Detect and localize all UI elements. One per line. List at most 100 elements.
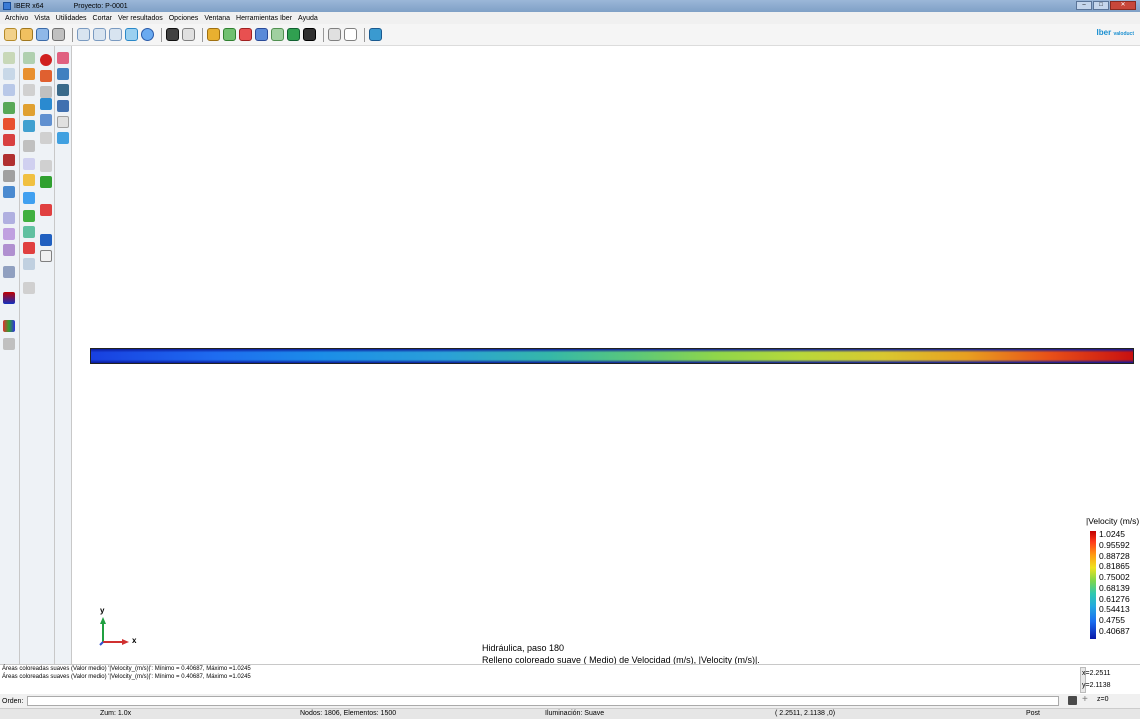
stream-tool-icon[interactable] bbox=[23, 192, 35, 204]
calculate-icon[interactable] bbox=[287, 28, 300, 41]
render-icon[interactable] bbox=[166, 28, 179, 41]
menu-cortar[interactable]: Cortar bbox=[90, 15, 115, 22]
info-tool-icon[interactable] bbox=[40, 234, 52, 246]
result-info: Hidráulica, paso 180 Relleno coloreado s… bbox=[482, 642, 760, 666]
command-input[interactable] bbox=[27, 696, 1060, 706]
menu-ayuda[interactable]: Ayuda bbox=[295, 15, 321, 22]
integrate-tool-icon[interactable] bbox=[40, 176, 52, 188]
status-zoom: Zum: 1.0x bbox=[100, 710, 132, 717]
xy-plot-icon[interactable] bbox=[40, 160, 52, 172]
zoom-icon[interactable] bbox=[109, 28, 122, 41]
velocity-field-domain[interactable] bbox=[90, 348, 1134, 364]
menu-opciones[interactable]: Opciones bbox=[166, 15, 202, 22]
maximize-button[interactable]: □ bbox=[1093, 1, 1109, 10]
graphics-viewport[interactable]: y x Hidráulica, paso 180 Relleno colorea… bbox=[72, 46, 1140, 666]
graph-tool-icon[interactable] bbox=[3, 244, 15, 256]
legend-value: 0.68139 bbox=[1099, 582, 1130, 593]
iber-logo: Iber valoduct bbox=[1096, 28, 1134, 37]
arrow-tool-icon[interactable] bbox=[3, 134, 15, 146]
scale-tool-icon[interactable] bbox=[40, 132, 52, 144]
save-icon[interactable] bbox=[36, 28, 49, 41]
menu-utilidades[interactable]: Utilidades bbox=[53, 15, 90, 22]
disk-tool-icon[interactable] bbox=[3, 338, 15, 350]
result-step-label: Hidráulica, paso 180 bbox=[482, 643, 565, 653]
image-tool-icon[interactable] bbox=[3, 186, 15, 198]
point-tool-icon[interactable] bbox=[23, 52, 35, 64]
data-icon[interactable] bbox=[271, 28, 284, 41]
cut-tool-icon[interactable] bbox=[23, 140, 35, 152]
coord-z: z=0 bbox=[1097, 696, 1109, 703]
layers-icon[interactable] bbox=[182, 28, 195, 41]
toolbar-separator bbox=[202, 27, 203, 42]
contour-tool-icon[interactable] bbox=[23, 210, 35, 222]
measure-tool-icon[interactable] bbox=[40, 204, 52, 216]
export-tool-icon[interactable] bbox=[23, 282, 35, 294]
geometry-tool-icon[interactable] bbox=[3, 52, 15, 64]
distance-tool-icon[interactable] bbox=[40, 250, 52, 262]
project-name: Proyecto: P-0001 bbox=[73, 2, 128, 10]
plot-tool-icon[interactable] bbox=[3, 266, 15, 278]
menu-vista[interactable]: Vista bbox=[31, 15, 52, 22]
volume-tool-icon[interactable] bbox=[3, 154, 15, 166]
select-tool-icon[interactable] bbox=[3, 170, 15, 182]
conditions-icon[interactable] bbox=[239, 28, 252, 41]
materials-icon[interactable] bbox=[255, 28, 268, 41]
section-tool-icon[interactable] bbox=[23, 258, 35, 270]
toolbar-separator bbox=[72, 27, 73, 42]
vector-tool-icon[interactable] bbox=[23, 226, 35, 238]
exit-icon[interactable] bbox=[369, 28, 382, 41]
paint-tool-icon[interactable] bbox=[23, 68, 35, 80]
help-icon[interactable] bbox=[344, 28, 357, 41]
menu-ver-resultados[interactable]: Ver resultados bbox=[115, 15, 166, 22]
line-width-icon[interactable] bbox=[40, 86, 52, 98]
profile-icon[interactable] bbox=[57, 116, 69, 128]
status-bar: Zum: 1.0x Nodos: 1806, Elementos: 1500 I… bbox=[0, 708, 1140, 719]
probe-tool-icon[interactable] bbox=[23, 242, 35, 254]
record-icon[interactable] bbox=[40, 54, 52, 66]
sphere-icon[interactable] bbox=[141, 28, 154, 41]
rotate-icon[interactable] bbox=[77, 28, 90, 41]
postprocess-icon[interactable] bbox=[303, 28, 316, 41]
new-file-icon[interactable] bbox=[4, 28, 17, 41]
message-log[interactable]: Áreas coloreadas suaves (Valor medio) '|… bbox=[0, 664, 1140, 694]
menu-herramientas-iber[interactable]: Herramientas Iber bbox=[233, 15, 295, 22]
open-folder-icon[interactable] bbox=[20, 28, 33, 41]
plus-icon[interactable]: + bbox=[1082, 694, 1088, 705]
print-icon[interactable] bbox=[52, 28, 65, 41]
boundary-icon[interactable] bbox=[223, 28, 236, 41]
menu-archivo[interactable]: Archivo bbox=[2, 15, 31, 22]
edit-tool-icon[interactable] bbox=[40, 70, 52, 82]
animate-icon[interactable] bbox=[57, 52, 69, 64]
fill-tool-icon[interactable] bbox=[40, 114, 52, 126]
surface-tool-icon[interactable] bbox=[3, 84, 15, 96]
cross-tool-icon[interactable] bbox=[23, 158, 35, 170]
max-results-icon[interactable] bbox=[57, 84, 69, 96]
color-tool-icon[interactable] bbox=[3, 118, 15, 130]
recycle-tool-icon[interactable] bbox=[3, 102, 15, 114]
depth-view-icon[interactable] bbox=[57, 100, 69, 112]
highlight-tool-icon[interactable] bbox=[23, 174, 35, 186]
color-scale-icon[interactable] bbox=[3, 292, 15, 304]
mesh-icon[interactable] bbox=[207, 28, 220, 41]
rotate-screen-icon[interactable] bbox=[93, 28, 106, 41]
brush-tool-icon[interactable] bbox=[23, 104, 35, 116]
table-tool-icon[interactable] bbox=[23, 84, 35, 96]
triangle-tool-icon[interactable] bbox=[3, 212, 15, 224]
legend-value: 0.81865 bbox=[1099, 561, 1130, 572]
layers-tool-icon[interactable] bbox=[23, 120, 35, 132]
pan-icon[interactable] bbox=[125, 28, 138, 41]
line-tool-icon[interactable] bbox=[3, 68, 15, 80]
close-button[interactable]: ✕ bbox=[1110, 1, 1136, 10]
color-legend: |Velocity (m/s) 1.0245 0.95592 0.88728 0… bbox=[1086, 516, 1140, 643]
color-bars-icon[interactable] bbox=[3, 320, 15, 332]
triangle-tool-2-icon[interactable] bbox=[3, 228, 15, 240]
results-icon[interactable] bbox=[57, 68, 69, 80]
water-tool-icon[interactable] bbox=[40, 98, 52, 110]
legend-value: 0.54413 bbox=[1099, 604, 1130, 615]
cursor-coordinates: x=2.2511 y=2.1138 bbox=[1082, 668, 1110, 692]
minimize-button[interactable]: – bbox=[1076, 1, 1092, 10]
menu-ventana[interactable]: Ventana bbox=[201, 15, 233, 22]
command-history-icon[interactable] bbox=[1068, 696, 1077, 705]
settings-icon[interactable] bbox=[328, 28, 341, 41]
flow-icon[interactable] bbox=[57, 132, 69, 144]
